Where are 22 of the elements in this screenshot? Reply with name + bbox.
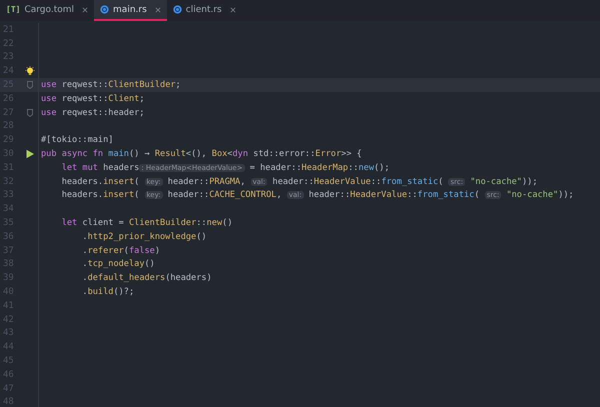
code-line: pub async fn main() → Result<(), Box<dyn std::error::Error>> { (40, 149, 362, 160)
close-icon[interactable] (82, 6, 88, 12)
code-line: .build()?; (81, 287, 134, 298)
run-icon[interactable] (25, 149, 35, 160)
code-line: .tcp_nodelay() (81, 259, 155, 270)
code-line: use reqwest::ClientBuilder; (40, 80, 181, 90)
fold-icon[interactable] (25, 80, 35, 90)
fold-icon[interactable] (25, 108, 35, 118)
editor-tab[interactable]: [T] Cargo.toml (0, 0, 94, 21)
code-line: let client = ClientBuilder::new() (60, 218, 232, 228)
close-icon[interactable] (230, 6, 236, 12)
code-line: .http2_prior_knowledge() (81, 232, 207, 242)
close-icon[interactable] (154, 6, 161, 12)
editor-tab[interactable]: client.rs (166, 0, 242, 21)
lightbulb-icon[interactable] (25, 66, 35, 76)
editor-tab[interactable]: main.rs (94, 0, 167, 21)
code-line: #[tokio::main] (40, 135, 114, 146)
code-line: use reqwest::Client; (40, 94, 145, 104)
toml-file-icon: [T] (6, 5, 20, 14)
code-line: use reqwest::header; (40, 108, 144, 118)
code-line: .default_headers(headers) (81, 273, 212, 284)
code-line: .referer(false) (81, 246, 160, 256)
